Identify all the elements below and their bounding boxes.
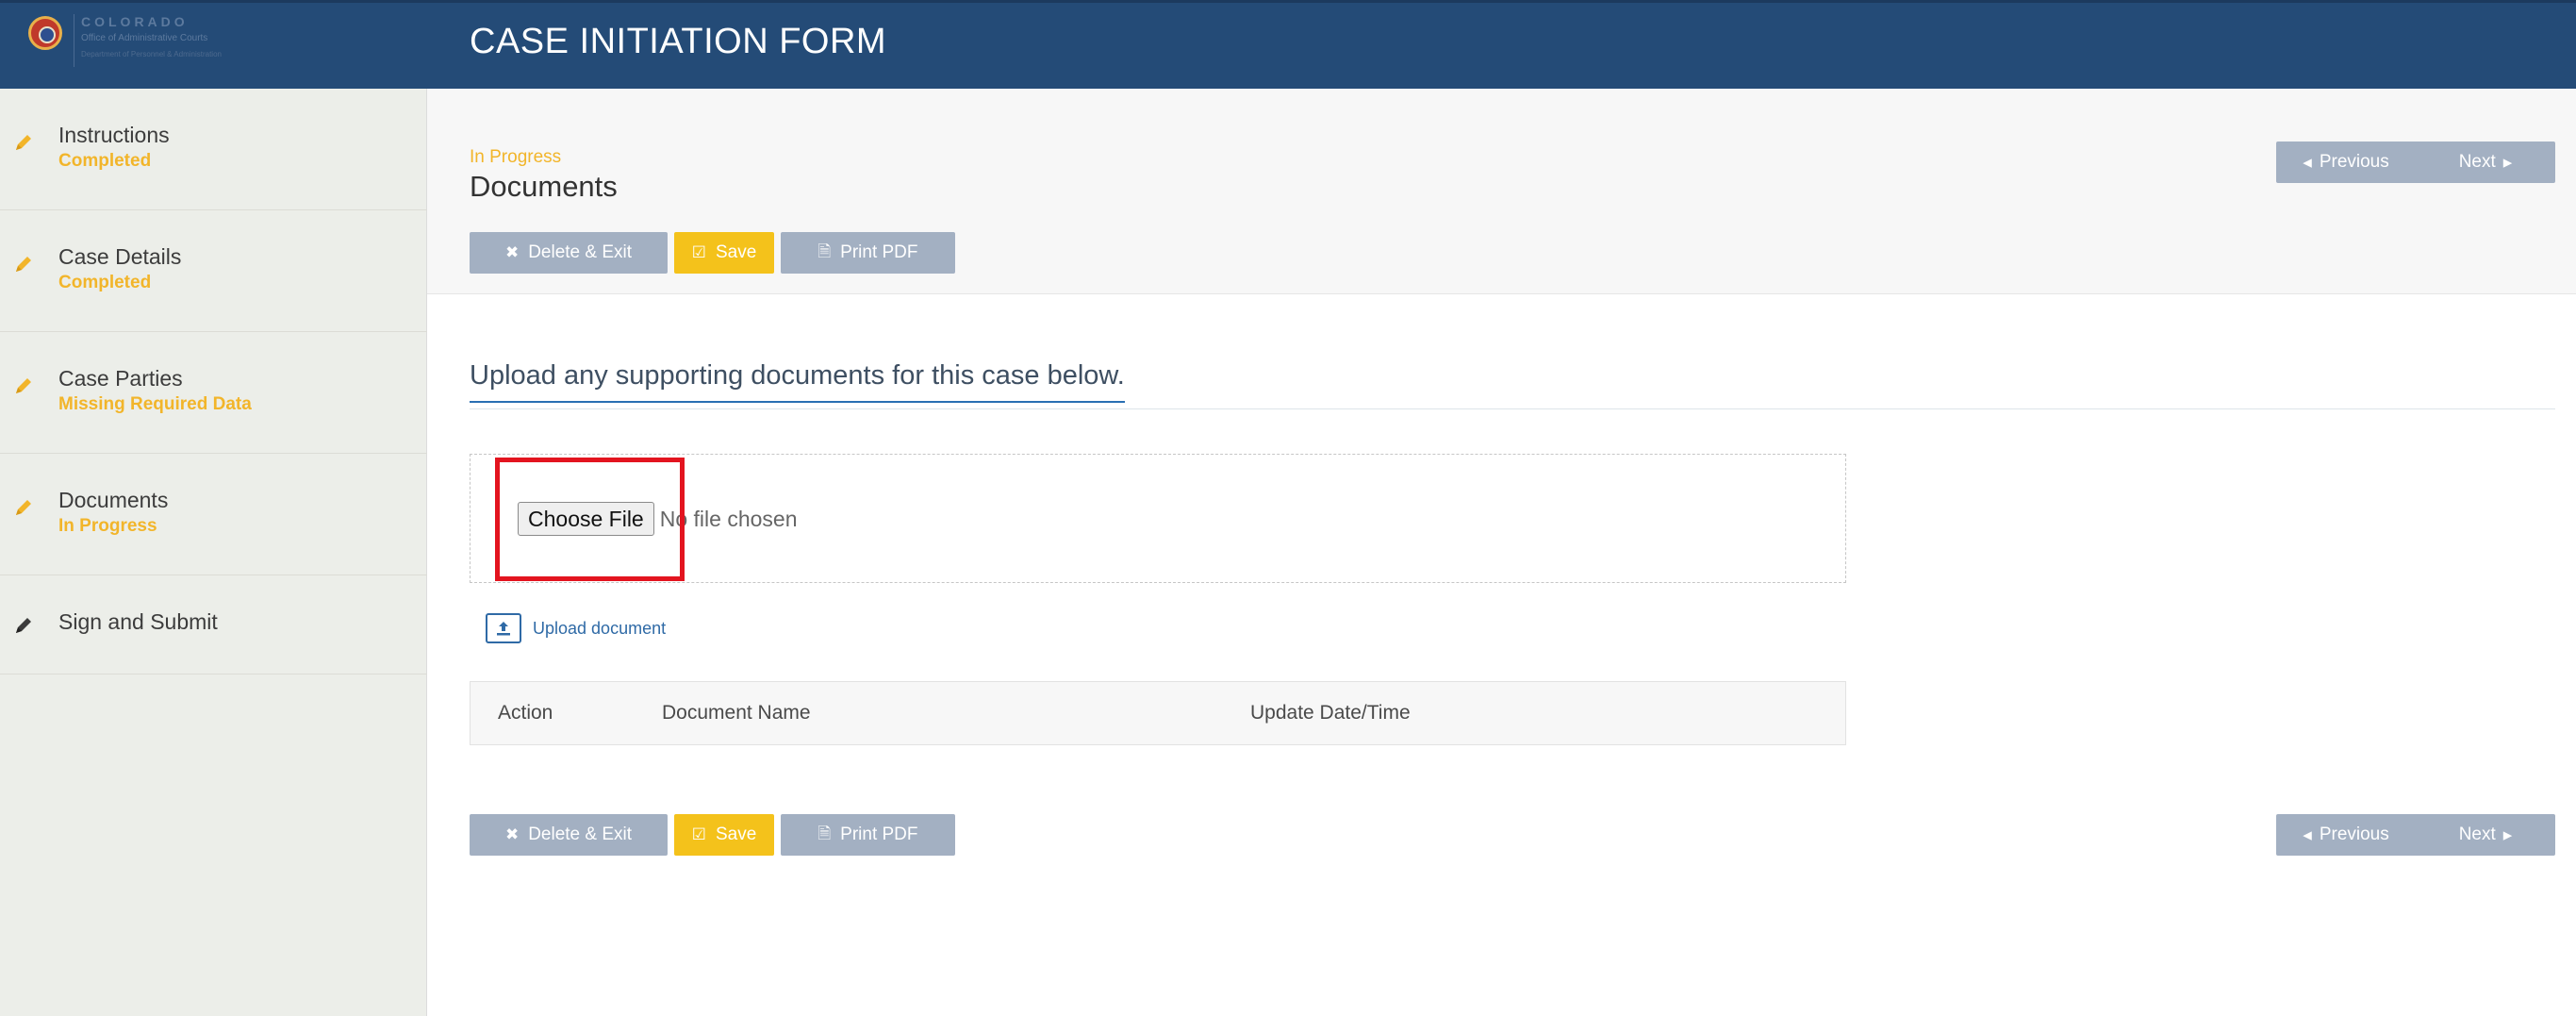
pager-bottom: ◂ Previous Next ▸ — [2276, 814, 2555, 856]
upload-section-heading: Upload any supporting documents for this… — [470, 360, 1125, 403]
caret-right-icon: ▸ — [2502, 824, 2513, 845]
pager-top: ◂ Previous Next ▸ — [2276, 142, 2555, 183]
sidebar-item-status: In Progress — [58, 516, 157, 536]
pencil-icon — [16, 618, 31, 633]
delete-exit-button[interactable]: ✖ Delete & Exit — [470, 232, 668, 274]
sidebar-item-status: Missing Required Data — [58, 394, 252, 414]
documents-table-header: Action Document Name Update Date/Time — [470, 681, 1846, 745]
upload-document-label: Upload document — [533, 618, 667, 638]
next-button-bottom[interactable]: Next ▸ — [2416, 814, 2555, 856]
upload-arrow-glyph — [497, 622, 510, 636]
column-header-update-datetime: Update Date/Time — [1250, 702, 1411, 724]
close-icon: ✖ — [504, 243, 520, 261]
pdf-file-icon: 🗎 — [817, 824, 832, 842]
colorado-oac-logo[interactable]: COLORADO Office of Administrative Courts… — [21, 10, 247, 69]
sidebar-item-label: Case Details — [58, 244, 182, 269]
previous-label: Previous — [2319, 824, 2389, 844]
main-content: In Progress Documents ✖ Delete & Exit ☑ … — [427, 89, 2576, 1016]
sidebar-nav: Instructions Completed Case Details Comp… — [0, 89, 427, 1016]
save-button-bottom[interactable]: ☑ Save — [674, 814, 774, 856]
section-divider — [470, 408, 2555, 409]
delete-exit-label: Delete & Exit — [528, 824, 633, 844]
print-pdf-label: Print PDF — [840, 824, 918, 844]
save-label: Save — [715, 824, 757, 844]
next-label: Next — [2458, 824, 2496, 844]
app-header: COLORADO Office of Administrative Courts… — [0, 0, 2576, 89]
sidebar-item-status: Completed — [58, 273, 152, 292]
upload-document-link[interactable]: Upload document — [486, 613, 666, 643]
save-label: Save — [715, 242, 757, 262]
previous-button-bottom[interactable]: ◂ Previous — [2276, 814, 2416, 856]
logo-office-name: Office of Administrative Courts — [81, 33, 208, 43]
choose-file-button[interactable]: Choose File — [518, 502, 654, 536]
pencil-icon — [16, 378, 31, 393]
pdf-file-icon: 🗎 — [817, 242, 832, 260]
caret-left-icon: ◂ — [2303, 152, 2312, 173]
file-input[interactable]: Choose File No file chosen — [518, 502, 797, 536]
sidebar-item-case-details[interactable]: Case Details Completed — [0, 210, 427, 332]
file-status-text: No file chosen — [659, 506, 798, 531]
sidebar-item-label: Case Parties — [58, 366, 183, 391]
caret-left-icon: ◂ — [2303, 824, 2312, 845]
page-title: Documents — [470, 170, 618, 203]
sidebar-item-case-parties[interactable]: Case Parties Missing Required Data — [0, 332, 427, 454]
pencil-icon — [16, 500, 31, 515]
logo-state-name: COLORADO — [81, 14, 189, 29]
sidebar-item-sign-and-submit[interactable]: Sign and Submit — [0, 575, 427, 675]
pencil-icon — [16, 135, 31, 150]
save-button[interactable]: ☑ Save — [674, 232, 774, 274]
print-pdf-button[interactable]: 🗎 Print PDF — [781, 232, 955, 274]
check-square-icon: ☑ — [691, 243, 706, 261]
next-label: Next — [2458, 152, 2496, 172]
next-button[interactable]: Next ▸ — [2416, 142, 2555, 183]
print-pdf-label: Print PDF — [840, 242, 918, 262]
sidebar-item-status: Completed — [58, 151, 152, 171]
state-seal-icon — [28, 16, 62, 50]
sidebar-item-instructions[interactable]: Instructions Completed — [0, 89, 427, 210]
previous-button[interactable]: ◂ Previous — [2276, 142, 2416, 183]
print-pdf-button-bottom[interactable]: 🗎 Print PDF — [781, 814, 955, 856]
logo-department-name: Department of Personnel & Administration — [81, 50, 222, 58]
upload-icon — [486, 613, 521, 643]
sidebar-item-label: Instructions — [58, 123, 170, 147]
close-icon: ✖ — [504, 825, 520, 843]
caret-right-icon: ▸ — [2502, 152, 2513, 173]
column-header-document-name: Document Name — [662, 702, 811, 724]
step-header-panel: In Progress Documents ✖ Delete & Exit ☑ … — [427, 89, 2576, 294]
sidebar-item-label: Sign and Submit — [58, 609, 218, 634]
check-square-icon: ☑ — [691, 825, 706, 843]
app-title: CASE INITIATION FORM — [470, 22, 887, 61]
column-header-action: Action — [498, 702, 553, 724]
sidebar-item-documents[interactable]: Documents In Progress — [0, 454, 427, 575]
delete-exit-button-bottom[interactable]: ✖ Delete & Exit — [470, 814, 668, 856]
file-drop-zone[interactable]: Choose File No file chosen — [470, 454, 1846, 583]
sidebar-item-label: Documents — [58, 488, 169, 512]
pencil-icon — [16, 257, 31, 272]
step-status: In Progress — [470, 147, 562, 167]
previous-label: Previous — [2319, 152, 2389, 172]
delete-exit-label: Delete & Exit — [528, 242, 633, 262]
